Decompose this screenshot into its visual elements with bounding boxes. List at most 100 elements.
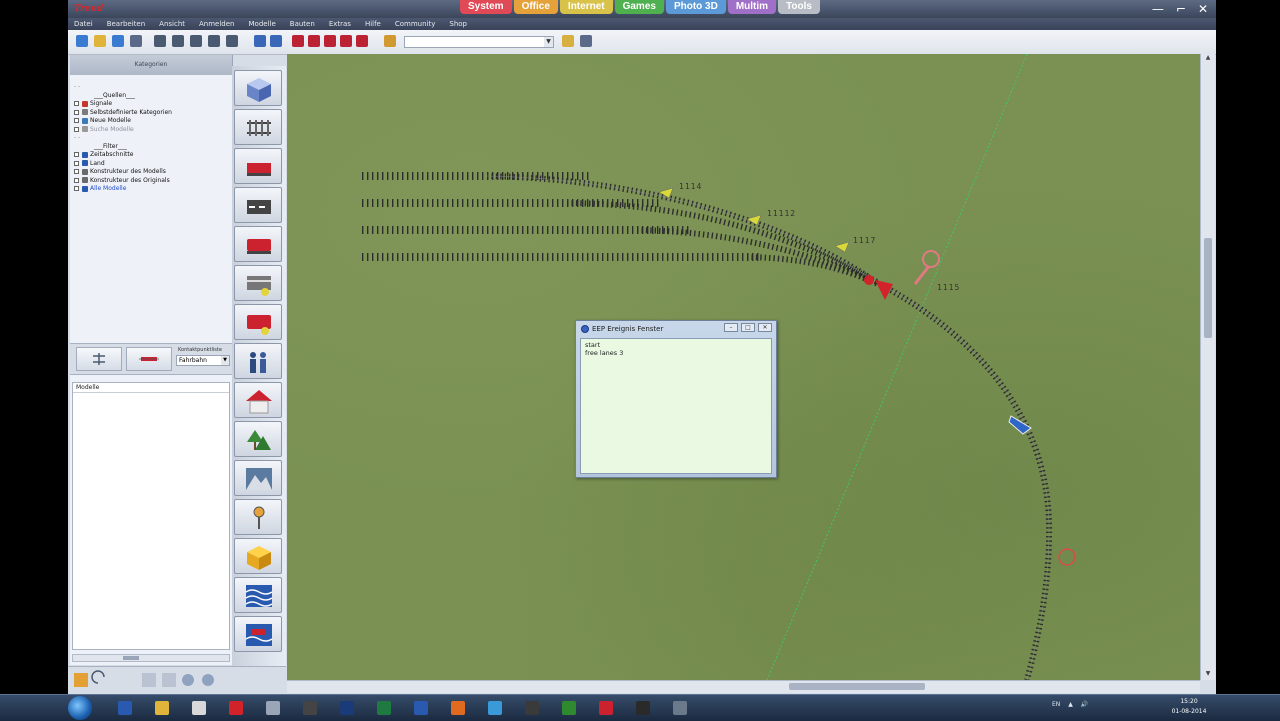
- models-list[interactable]: Modelle: [72, 382, 230, 650]
- tree-item[interactable]: Signale: [74, 100, 230, 109]
- landscape-category-button[interactable]: [234, 460, 282, 496]
- tree-item[interactable]: Selbstdefinierte Kategorien: [74, 109, 230, 118]
- menu-item[interactable]: Anmelden: [199, 18, 234, 30]
- toolbar-search-select[interactable]: ▼: [404, 36, 554, 48]
- redo-icon[interactable]: [270, 35, 282, 47]
- tray-item[interactable]: ▲: [1068, 701, 1073, 708]
- menu-item[interactable]: Modelle: [249, 18, 276, 30]
- scroll-up-icon[interactable]: ▲: [1201, 54, 1215, 64]
- menu-item[interactable]: Datei: [74, 18, 93, 30]
- category-tab[interactable]: Games: [614, 0, 664, 14]
- undo-icon[interactable]: [254, 35, 266, 47]
- category-tab[interactable]: Tools: [778, 0, 820, 14]
- 3d-cube-category-button[interactable]: [234, 70, 282, 106]
- expand-icon[interactable]: [74, 160, 79, 166]
- taskbar-app-button[interactable]: [260, 698, 286, 718]
- track-tool-icon[interactable]: [340, 35, 352, 47]
- menu-item[interactable]: Hilfe: [365, 18, 381, 30]
- water-vehicle-category-button[interactable]: [234, 616, 282, 652]
- taskbar-app-button[interactable]: [112, 698, 138, 718]
- expand-icon[interactable]: [74, 126, 79, 132]
- tree-item[interactable]: ___Quellen___: [74, 92, 230, 101]
- maximize-button[interactable]: ⌐: [1176, 2, 1186, 16]
- scroll-thumb[interactable]: [1204, 238, 1212, 338]
- tree-item[interactable]: - -: [74, 134, 230, 143]
- print-icon[interactable]: [226, 35, 238, 47]
- paste-icon[interactable]: [172, 35, 184, 47]
- expand-icon[interactable]: [74, 118, 79, 123]
- taskbar-app-button[interactable]: [667, 698, 693, 718]
- info-icon[interactable]: [580, 35, 592, 47]
- expand-icon[interactable]: [74, 109, 79, 115]
- scroll-thumb[interactable]: [123, 656, 139, 660]
- expand-icon[interactable]: [74, 177, 79, 183]
- mode-select[interactable]: Fahrbahn ▼: [176, 355, 230, 366]
- tree-item[interactable]: ___Filter___: [74, 143, 230, 152]
- taskbar-app-button[interactable]: [223, 698, 249, 718]
- road-category-button[interactable]: [234, 187, 282, 223]
- taskbar-app-button[interactable]: [186, 698, 212, 718]
- tree-item[interactable]: - -: [74, 83, 230, 92]
- copy-icon[interactable]: [154, 35, 166, 47]
- track-rail-category-button[interactable]: [234, 109, 282, 145]
- chevron-down-icon[interactable]: ▼: [221, 356, 229, 365]
- cut-icon[interactable]: [190, 35, 202, 47]
- tree-item[interactable]: Konstrukteur des Originals: [74, 177, 230, 186]
- water-category-button[interactable]: [234, 577, 282, 613]
- search-icon[interactable]: [384, 35, 396, 47]
- track-tool-icon[interactable]: [324, 35, 336, 47]
- event-window-dialog[interactable]: EEP Ereignis Fenster – □ ✕ start free la…: [575, 320, 777, 478]
- track-tool-icon[interactable]: [292, 35, 304, 47]
- scroll-down-icon[interactable]: ▼: [1201, 670, 1215, 680]
- train-category-button[interactable]: [234, 226, 282, 262]
- save-as-icon[interactable]: [130, 35, 142, 47]
- tram-track-category-button[interactable]: [234, 148, 282, 184]
- expand-icon[interactable]: [74, 152, 79, 157]
- settings-icon[interactable]: [562, 35, 574, 47]
- people-category-button[interactable]: [234, 343, 282, 379]
- tree-category-button[interactable]: [234, 421, 282, 457]
- map-horizontal-scrollbar[interactable]: [287, 680, 1200, 693]
- tree-item[interactable]: Suche Modelle: [74, 126, 230, 135]
- left-panel-scrollbar[interactable]: [72, 654, 230, 662]
- taskbar-app-button[interactable]: [371, 698, 397, 718]
- menu-item[interactable]: Community: [395, 18, 436, 30]
- taskbar-app-button[interactable]: [556, 698, 582, 718]
- taskbar-app-button[interactable]: [297, 698, 323, 718]
- map-vertical-scrollbar[interactable]: ▲ ▼: [1200, 54, 1215, 680]
- dialog-minimize-button[interactable]: –: [724, 323, 738, 332]
- tray-item[interactable]: EN: [1052, 701, 1060, 708]
- track-tool-icon[interactable]: [356, 35, 368, 47]
- event-log[interactable]: start free lanes 3: [580, 338, 772, 474]
- scroll-thumb[interactable]: [789, 683, 925, 690]
- taskbar-app-button[interactable]: [408, 698, 434, 718]
- tray-item[interactable]: 🔊: [1081, 701, 1088, 708]
- save-icon[interactable]: [112, 35, 124, 47]
- contact-point-button[interactable]: [126, 347, 172, 371]
- tree-item[interactable]: Land: [74, 160, 230, 169]
- house-category-button[interactable]: [234, 382, 282, 418]
- taskbar-app-button[interactable]: [445, 698, 471, 718]
- menu-item[interactable]: Shop: [449, 18, 467, 30]
- dialog-maximize-button[interactable]: □: [741, 323, 755, 332]
- new-file-icon[interactable]: [76, 35, 88, 47]
- tree-item[interactable]: Zeitabschnitte: [74, 151, 230, 160]
- signal-category-button[interactable]: [234, 499, 282, 535]
- taskbar-app-button[interactable]: [593, 698, 619, 718]
- open-folder-icon[interactable]: [94, 35, 106, 47]
- taskbar-app-button[interactable]: [334, 698, 360, 718]
- taskbar-app-button[interactable]: [630, 698, 656, 718]
- expand-icon[interactable]: [74, 169, 79, 174]
- clock[interactable]: 15:20 01-08-2014: [1164, 697, 1214, 717]
- category-tab[interactable]: System: [460, 0, 512, 14]
- category-tab[interactable]: Multim: [727, 0, 777, 14]
- track-tool-icon[interactable]: [308, 35, 320, 47]
- minimize-button[interactable]: —: [1152, 2, 1164, 16]
- grid-icon[interactable]: [208, 35, 220, 47]
- tree-item[interactable]: Alle Modelle: [74, 185, 230, 194]
- menu-item[interactable]: Ansicht: [159, 18, 185, 30]
- chevron-down-icon[interactable]: ▼: [544, 37, 553, 47]
- menu-item[interactable]: Bauten: [290, 18, 315, 30]
- category-tab[interactable]: Photo 3D: [665, 0, 726, 14]
- expand-icon[interactable]: [74, 186, 79, 191]
